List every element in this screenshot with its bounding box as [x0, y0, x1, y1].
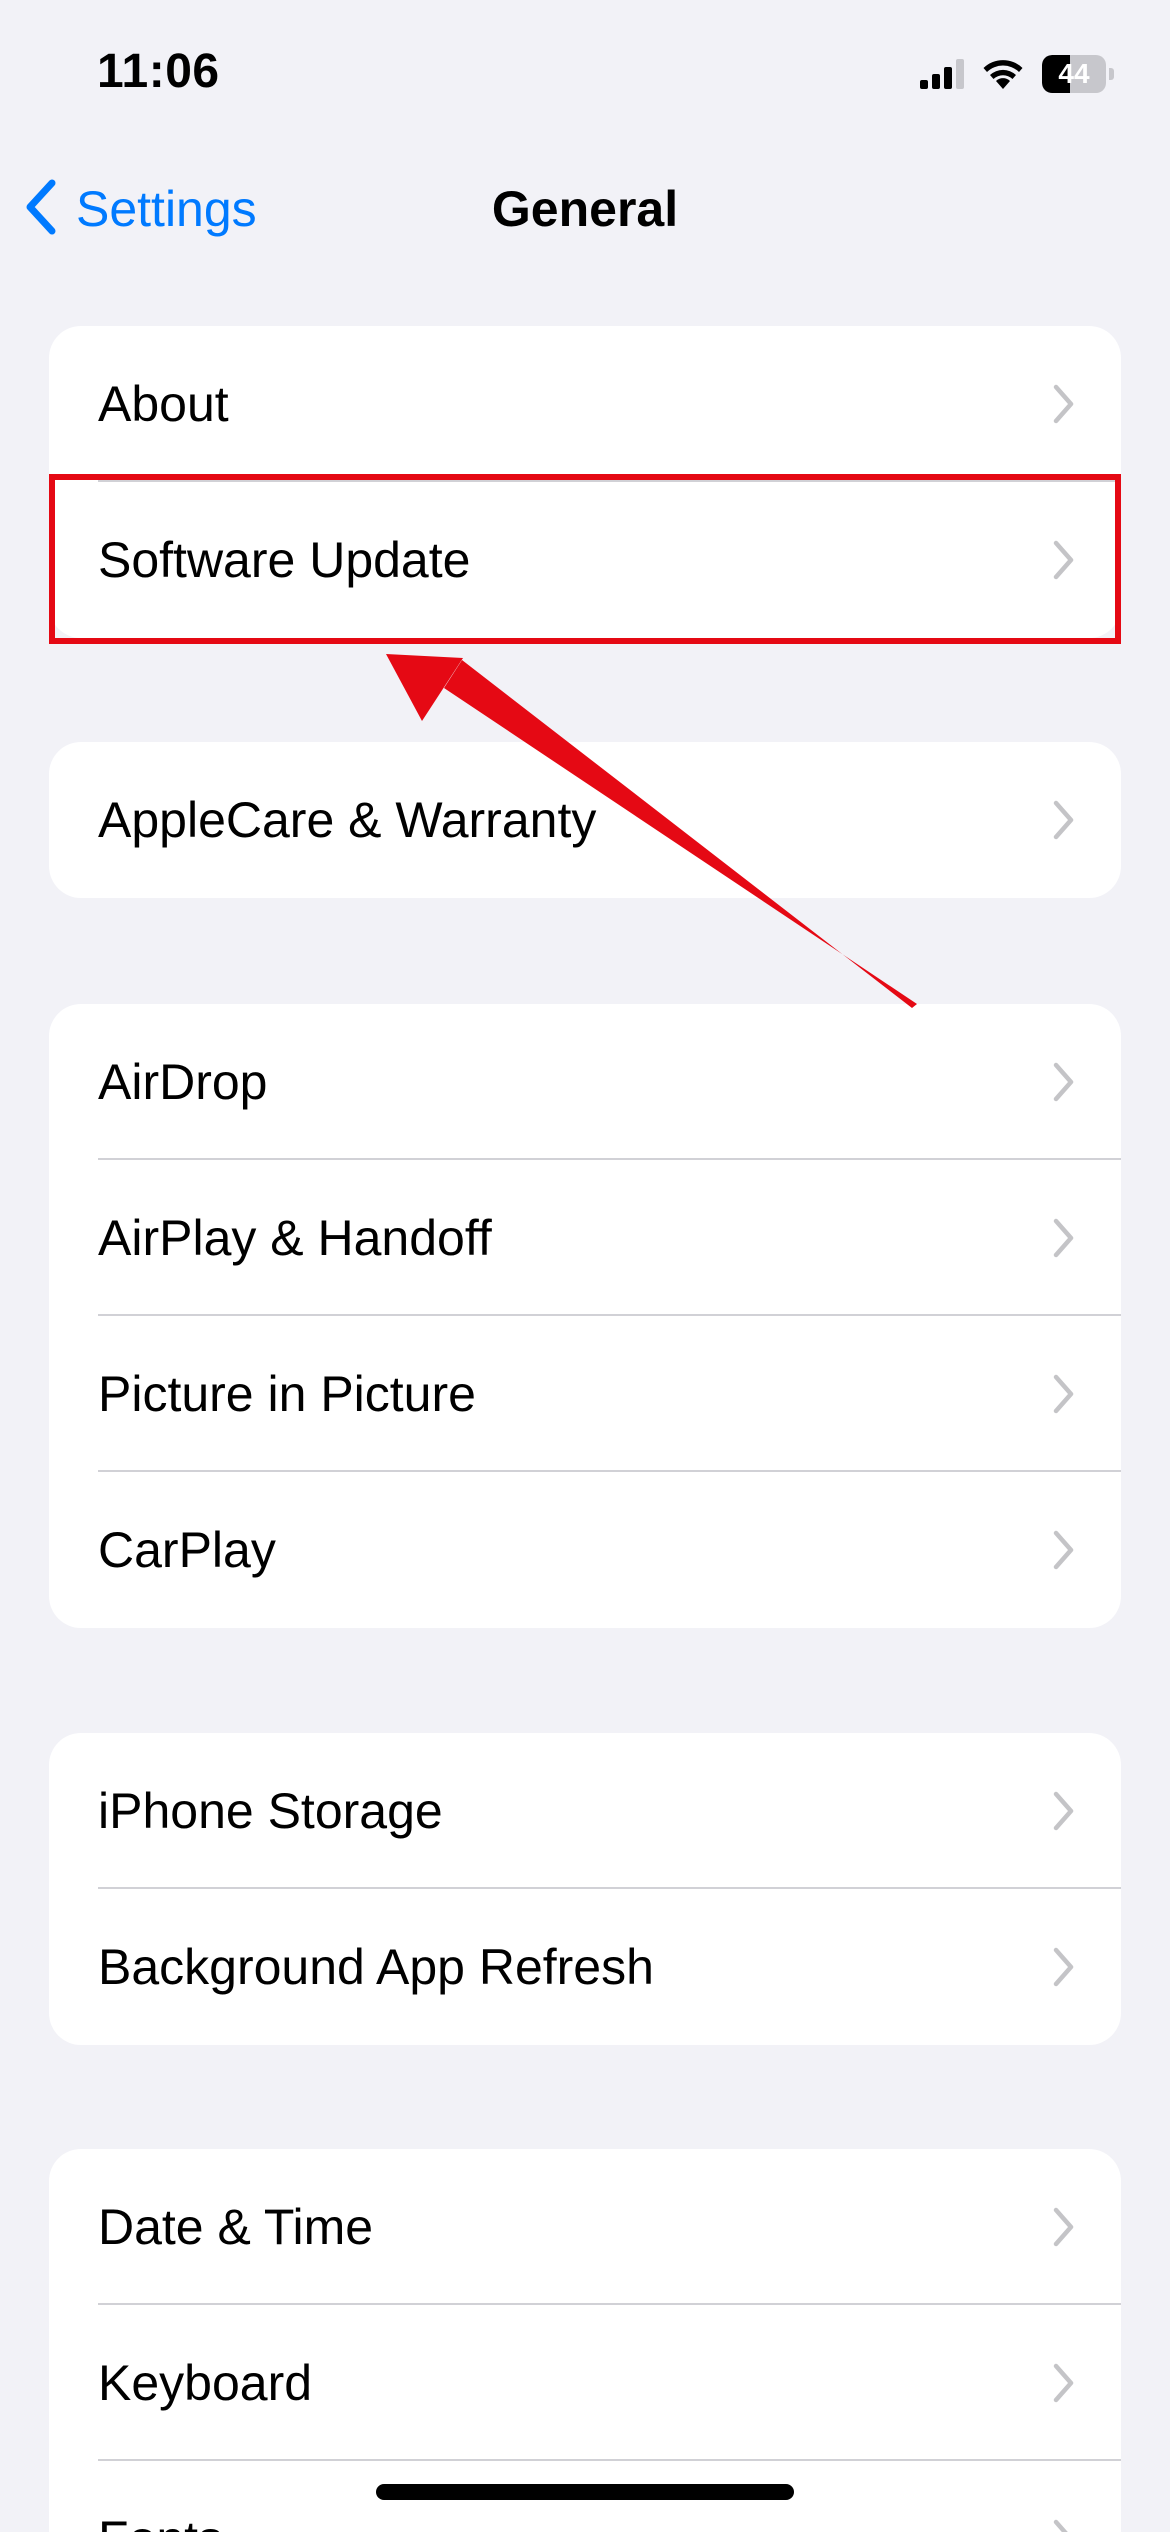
- home-indicator[interactable]: [376, 2484, 794, 2500]
- settings-row-applecare-warranty[interactable]: AppleCare & Warranty: [49, 742, 1121, 898]
- settings-group-1: About Software Update: [49, 326, 1121, 638]
- settings-group-3: AirDrop AirPlay & Handoff Picture in Pic…: [49, 1004, 1121, 1628]
- navigation-bar: Settings General: [0, 150, 1170, 266]
- settings-row-date-time[interactable]: Date & Time: [49, 2149, 1121, 2305]
- chevron-right-icon: [1053, 1374, 1074, 1414]
- chevron-right-icon: [1053, 1947, 1074, 1987]
- settings-row-label: CarPlay: [98, 1522, 276, 1578]
- settings-row-label: AppleCare & Warranty: [98, 792, 597, 848]
- settings-row-software-update[interactable]: Software Update: [49, 482, 1121, 638]
- settings-row-label: Keyboard: [98, 2355, 313, 2411]
- status-time: 11:06: [97, 45, 220, 98]
- chevron-right-icon: [1053, 2363, 1074, 2403]
- settings-row-label: About: [98, 376, 229, 432]
- settings-row-airplay-handoff[interactable]: AirPlay & Handoff: [49, 1160, 1121, 1316]
- chevron-right-icon: [1053, 540, 1074, 580]
- settings-row-label: Software Update: [98, 532, 471, 588]
- chevron-right-icon: [1053, 2519, 1068, 2532]
- signal-icon: [920, 59, 964, 89]
- settings-row-label: Fonts: [98, 2461, 223, 2532]
- settings-row-label: Date & Time: [98, 2199, 374, 2255]
- battery-body: 44: [1042, 55, 1106, 93]
- status-icons: 44: [920, 52, 1114, 96]
- settings-general-screen: 11:06 44 Settings General About Software…: [0, 0, 1170, 2532]
- chevron-right-icon: [1053, 800, 1074, 840]
- settings-row-background-app-refresh[interactable]: Background App Refresh: [49, 1889, 1121, 2045]
- page-title: General: [491, 181, 679, 237]
- settings-row-carplay[interactable]: CarPlay: [49, 1472, 1121, 1628]
- chevron-right-icon: [1053, 1218, 1074, 1258]
- settings-row-label: AirDrop: [98, 1054, 268, 1110]
- settings-group-2: AppleCare & Warranty: [49, 742, 1121, 898]
- chevron-right-icon: [1053, 2207, 1074, 2247]
- settings-row-label: iPhone Storage: [98, 1783, 443, 1839]
- settings-row-about[interactable]: About: [49, 326, 1121, 482]
- battery-tip: [1109, 68, 1114, 80]
- battery-level: 44: [1058, 58, 1090, 89]
- wifi-icon: [982, 58, 1024, 90]
- settings-row-label: AirPlay & Handoff: [98, 1210, 492, 1266]
- chevron-right-icon: [1053, 1062, 1074, 1102]
- settings-group-5: Date & Time Keyboard Fonts: [49, 2149, 1121, 2532]
- settings-row-picture-in-picture[interactable]: Picture in Picture: [49, 1316, 1121, 1472]
- chevron-right-icon: [1053, 1791, 1074, 1831]
- chevron-right-icon: [1053, 1530, 1074, 1570]
- battery-icon: 44: [1042, 55, 1114, 93]
- chevron-right-icon: [1053, 384, 1074, 424]
- settings-group-4: iPhone Storage Background App Refresh: [49, 1733, 1121, 2045]
- settings-row-label: Picture in Picture: [98, 1366, 476, 1422]
- settings-row-keyboard[interactable]: Keyboard: [49, 2305, 1121, 2461]
- settings-row-label: Background App Refresh: [98, 1939, 654, 1995]
- settings-row-airdrop[interactable]: AirDrop: [49, 1004, 1121, 1160]
- status-bar: 11:06 44: [0, 0, 1170, 150]
- settings-row-iphone-storage[interactable]: iPhone Storage: [49, 1733, 1121, 1889]
